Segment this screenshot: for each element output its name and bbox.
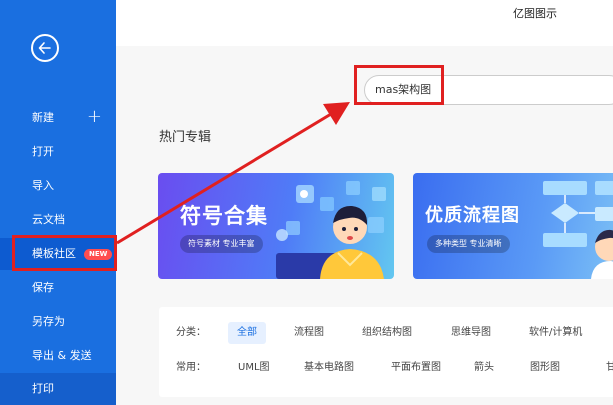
sidebar-item-print[interactable]: 打印 (0, 373, 116, 405)
main-content: 亿图图示 热门专辑 符号合集 符号素材 专业丰富 (116, 0, 613, 405)
sidebar-item-label: 导入 (32, 179, 54, 192)
sidebar-item-label: 保存 (32, 281, 54, 294)
common-label: 常用： (176, 362, 206, 373)
filter-chip[interactable]: 思维导图 (451, 322, 491, 344)
sidebar-item-label: 新建 (32, 111, 54, 124)
filter-chip-all[interactable]: 全部 (228, 322, 266, 344)
back-arrow-icon (38, 42, 51, 54)
filter-chip[interactable]: 图形图 (530, 357, 560, 379)
highlight-template-community (12, 235, 117, 271)
sidebar-item-import[interactable]: 导入 (0, 170, 116, 202)
plus-icon[interactable]: + (87, 101, 102, 133)
filter-chip[interactable]: 平面布置图 (391, 357, 441, 379)
sidebar-item-label: 另存为 (32, 315, 65, 328)
banner-subtitle: 符号素材 专业丰富 (180, 235, 263, 253)
category-filter-row: 分类： 全部 流程图 组织结构图 思维导图 软件/计算机 (176, 322, 613, 344)
sidebar-item-open[interactable]: 打开 (0, 136, 116, 168)
filter-chip[interactable]: UML图 (238, 357, 270, 379)
sidebar-item-new[interactable]: 新建 + (0, 102, 116, 134)
sidebar-item-save-as[interactable]: 另存为 (0, 306, 116, 338)
back-button[interactable] (31, 34, 59, 62)
sidebar-item-label: 导出 & 发送 (32, 349, 92, 362)
filter-panel: 分类： 全部 流程图 组织结构图 思维导图 软件/计算机 常用： UML图 基本… (159, 307, 613, 397)
highlight-search-box (354, 65, 444, 105)
banner-title: 优质流程图 (425, 205, 520, 226)
filter-chip[interactable]: 甘特 (606, 357, 613, 379)
sidebar-item-label: 云文档 (32, 213, 65, 226)
filter-chip[interactable]: 软件/计算机 (529, 322, 582, 344)
sidebar-item-export-send[interactable]: 导出 & 发送 (0, 340, 116, 372)
top-bar: 亿图图示 (116, 0, 613, 46)
banner-title: 符号合集 (180, 204, 268, 228)
banner-flowchart[interactable]: 优质流程图 多种类型 专业清晰 (413, 173, 613, 279)
sidebar-item-save[interactable]: 保存 (0, 272, 116, 304)
filter-chip[interactable]: 流程图 (294, 322, 324, 344)
sidebar-item-label: 打印 (32, 382, 54, 395)
filter-chip[interactable]: 组织结构图 (362, 322, 412, 344)
banner-symbol-collection[interactable]: 符号合集 符号素材 专业丰富 (158, 173, 394, 279)
common-filter-row: 常用： UML图 基本电路图 平面布置图 箭头 图形图 甘特 (176, 357, 613, 379)
sidebar-item-cloud-docs[interactable]: 云文档 (0, 204, 116, 236)
section-title: 热门专辑 (159, 130, 212, 145)
app-title: 亿图图示 (513, 7, 557, 20)
filter-chip[interactable]: 箭头 (474, 357, 494, 379)
sidebar: 新建 + 打开 导入 云文档 模板社区 NEW 保存 另存为 导出 & 发送 打印 (0, 0, 116, 405)
banner-subtitle: 多种类型 专业清晰 (427, 235, 510, 253)
category-label: 分类： (176, 327, 206, 338)
filter-chip[interactable]: 基本电路图 (304, 357, 354, 379)
sidebar-item-label: 打开 (32, 145, 54, 158)
